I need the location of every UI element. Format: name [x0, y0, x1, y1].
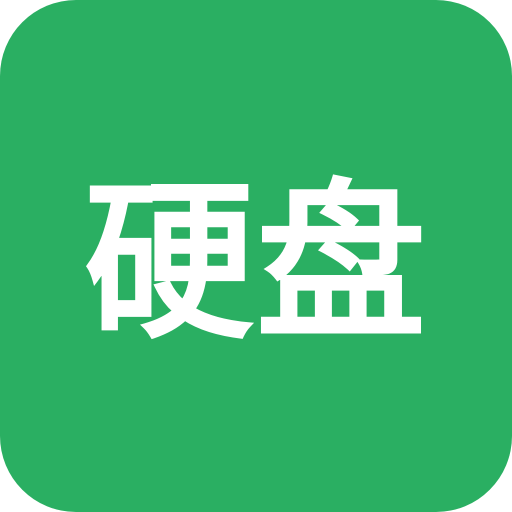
hard-disk-app-icon[interactable]: 硬盘 — [0, 0, 512, 512]
icon-label: 硬盘 — [83, 165, 428, 363]
